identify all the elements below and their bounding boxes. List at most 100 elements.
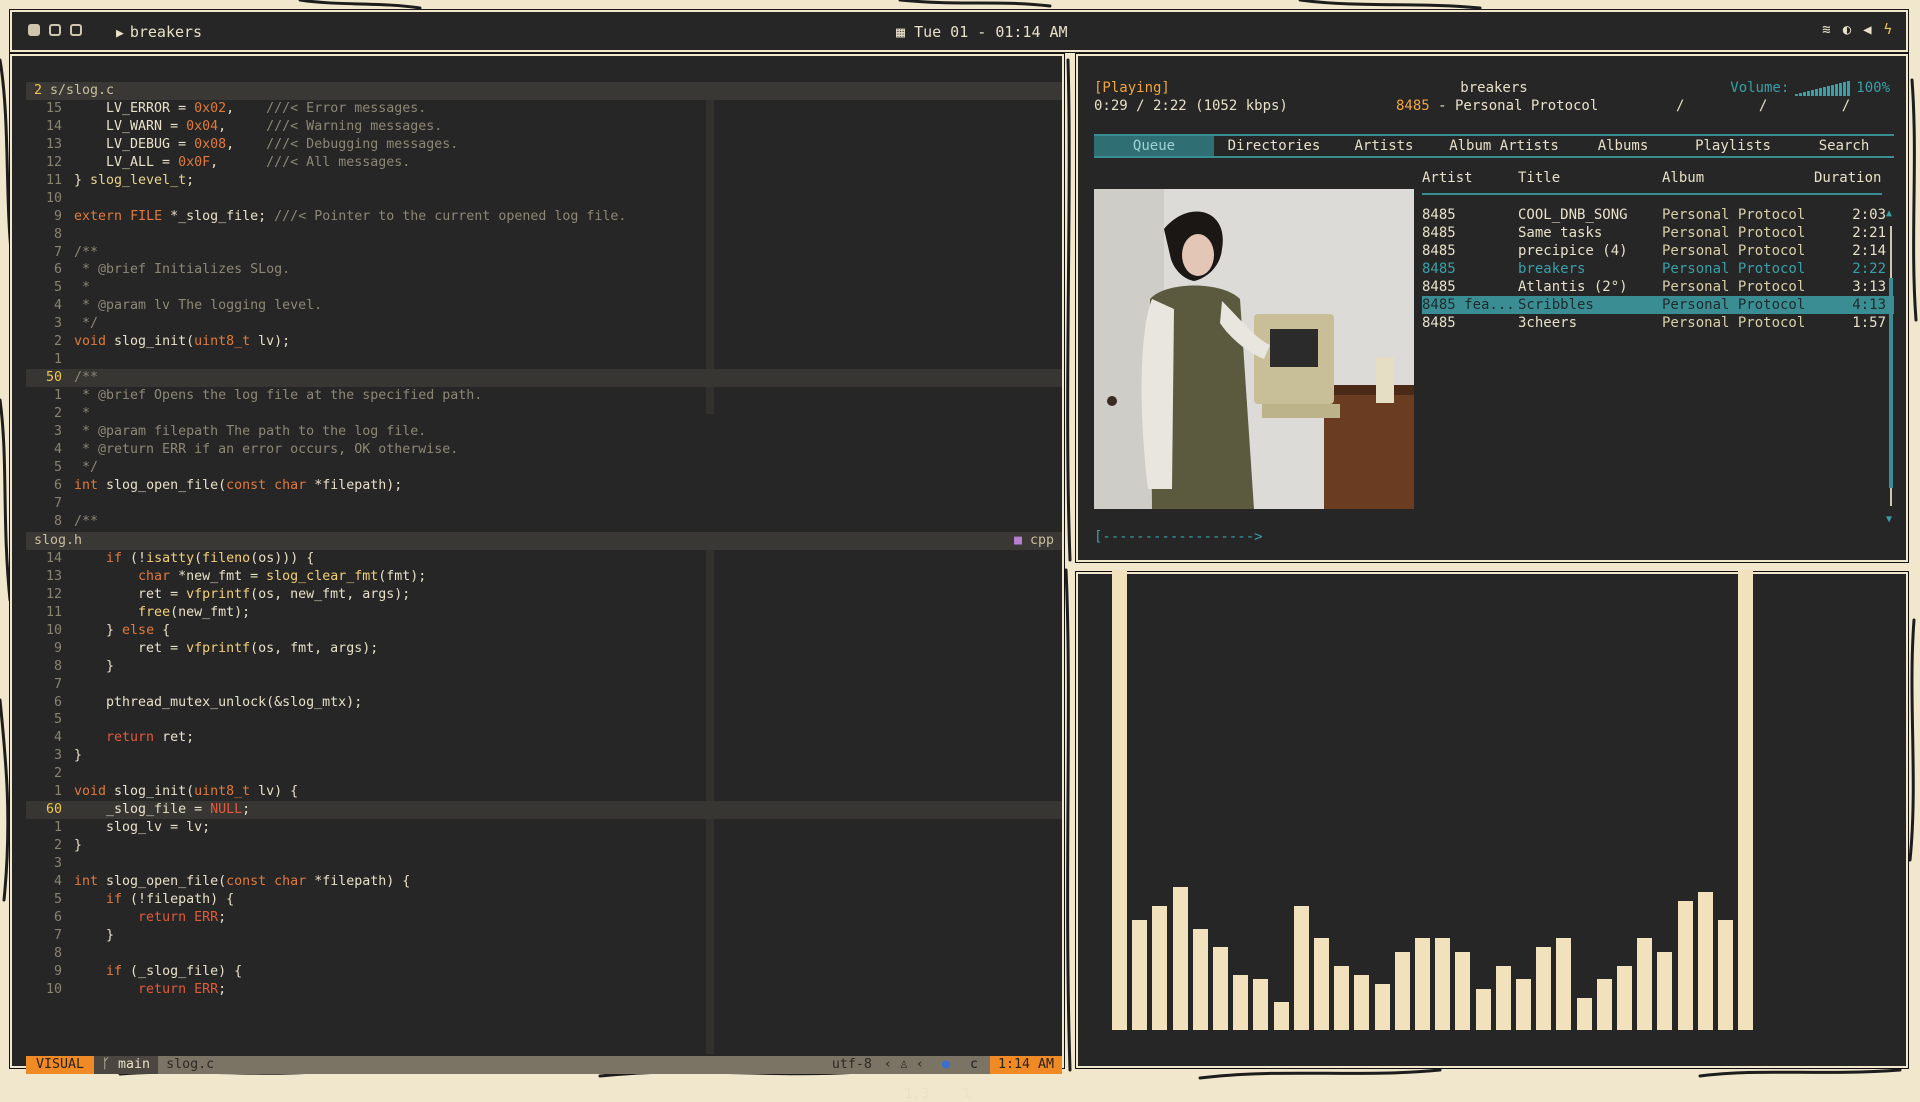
line-number: 8 [53,226,62,242]
scroll-thumb[interactable] [1889,278,1893,488]
code-line[interactable]: 4 return ret; [26,729,1062,747]
code-line[interactable]: 14 LV_WARN = 0x04, ///< Warning messages… [26,118,1062,136]
code-line[interactable]: 13 LV_DEBUG = 0x08, ///< Debugging messa… [26,136,1062,154]
tab-artists[interactable]: Artists [1334,136,1434,156]
active-window-title: ▶ breakers [116,23,203,41]
visualizer-bar [1475,989,1491,1030]
song-progress[interactable]: [------------------> [1094,529,1263,545]
code-line[interactable]: 4 * @return ERR if an error occurs, OK o… [26,441,1062,459]
line-text: return ERR; [138,981,227,997]
volume-icon[interactable]: ◀ [1863,22,1871,38]
line-text: LV_ALL = 0x0F, ///< All messages. [74,154,411,170]
code-line[interactable]: 4 * @param lv The logging level. [26,297,1062,315]
queue-row[interactable]: 8485 precipice (4) Personal Protocol 2:14 [1422,242,1894,260]
code-line[interactable]: 11} slog_level_t; [26,172,1062,190]
clock[interactable]: ▦ Tue 01 - 01:14 AM [896,23,1068,41]
code-line[interactable]: 2 [26,765,1062,783]
wifi-icon[interactable]: ≋ [1822,22,1830,38]
code-line[interactable]: 3} [26,747,1062,765]
line-text: LV_DEBUG = 0x08, ///< Debugging messages… [74,136,459,152]
now-playing-artist-album: 8485 - Personal Protocol [1396,98,1599,114]
code-line[interactable]: 9 if (_slog_file) { [26,963,1062,981]
code-line[interactable]: 2 * [26,405,1062,423]
code-line[interactable]: 12 LV_ALL = 0x0F, ///< All messages. [26,154,1062,172]
tab-playlists[interactable]: Playlists [1672,136,1794,156]
tab-queue[interactable]: Queue [1094,136,1214,156]
code-line[interactable]: 7 /** [26,244,1062,262]
code-line[interactable]: 4 int slog_open_file(const char *filepath… [26,873,1062,891]
battery-bolt-icon[interactable]: ϟ [1884,22,1892,38]
code-line[interactable]: 10 } else { [26,622,1062,640]
workspace-dot-1[interactable] [28,24,40,36]
line-number: 50 [45,370,62,386]
code-line[interactable]: 9 ret = vfprintf(os, fmt, args); [26,640,1062,658]
tab-album-artists[interactable]: Album Artists [1434,136,1574,156]
tab-directories[interactable]: Directories [1214,136,1334,156]
code-line[interactable]: 11 free(new_fmt); [26,604,1062,622]
tab-search[interactable]: Search [1794,136,1894,156]
queue-row[interactable]: 8485 breakers Personal Protocol 2:22 [1422,260,1894,278]
queue-row[interactable]: 8485 Same tasks Personal Protocol 2:21 [1422,224,1894,242]
code-line[interactable]: 8 /** [26,513,1062,531]
line-number: 4 [53,298,62,314]
code-line[interactable]: 5 if (!filepath) { [26,891,1062,909]
queue-artist: 8485 [1422,315,1456,331]
code-line[interactable]: 5 * [26,279,1062,297]
code-line[interactable]: 1 slog_lv = lv; [26,819,1062,837]
code-line[interactable]: 7 [26,495,1062,513]
scroll-up-icon[interactable]: ▲ [1886,208,1892,219]
top-code-buffer[interactable]: 15 LV_ERROR = 0x02, ///< Error messages.… [26,100,1062,531]
brightness-icon[interactable]: ◐ [1843,22,1851,38]
filetype-badge: ■ cpp [1013,533,1054,548]
line-text: } else { [74,622,171,638]
volume-control[interactable]: Volume: 100% [1730,80,1890,96]
music-player[interactable]: [Playing] 0:29 / 2:22 (1052 kbps) breake… [1075,53,1909,563]
code-line[interactable]: 3 */ [26,315,1062,333]
code-line[interactable]: 1 * @brief Opens the log file at the spe… [26,387,1062,405]
workspace-dot-2[interactable] [49,24,61,36]
code-line[interactable]: 6 * @brief Initializes SLog. [26,261,1062,279]
code-line[interactable]: 10 return ERR; [26,981,1062,999]
code-line[interactable]: 7 } [26,927,1062,945]
code-line[interactable]: 2} [26,837,1062,855]
volume-bars[interactable] [1795,81,1851,96]
code-line[interactable]: 8 } [26,658,1062,676]
code-line[interactable]: 7 [26,676,1062,694]
code-line[interactable]: 12 ret = vfprintf(os, new_fmt, args); [26,586,1062,604]
code-line[interactable]: 6 int slog_open_file(const char *filepath… [26,477,1062,495]
editor-window[interactable]: 2 s/slog.c 15 LV_ERROR = 0x02, ///< Erro… [9,53,1065,1102]
line-number: 14 [45,118,62,134]
code-line[interactable]: 5 */ [26,459,1062,477]
code-line[interactable]: 8 [26,226,1062,244]
workspace-dot-3[interactable] [70,24,82,36]
line-number: 13 [45,136,62,152]
queue-row[interactable]: 8485 COOL_DNB_SONG Personal Protocol 2:03 [1422,206,1894,224]
code-line[interactable]: 2 void slog_init(uint8_t lv); [26,333,1062,351]
visualizer-bar [1536,947,1552,1030]
code-line[interactable]: 10 [26,190,1062,208]
tab-albums[interactable]: Albums [1574,136,1672,156]
line-text: return ret; [106,730,195,746]
code-line[interactable]: 14 if (!isatty(fileno(os))) { [26,550,1062,568]
code-line[interactable]: 60 _slog_file = NULL; [26,801,1062,820]
code-line[interactable]: 8 [26,945,1062,963]
queue-row[interactable]: 8485 Atlantis (2°) Personal Protocol 3:13 [1422,278,1894,296]
code-line[interactable]: 3 [26,855,1062,873]
line-text: */ [74,459,99,475]
code-line[interactable]: 3 * @param filepath The path to the log … [26,423,1062,441]
queue-scrollbar[interactable]: ▲ ▼ [1886,208,1896,526]
line-number: 12 [45,154,62,170]
code-line[interactable]: 15 LV_ERROR = 0x02, ///< Error messages. [26,100,1062,118]
code-line[interactable]: 50 /** [26,369,1062,387]
code-line[interactable]: 6 pthread_mutex_unlock(&slog_mtx); [26,694,1062,712]
queue-row[interactable]: 8485 3cheers Personal Protocol 1:57 [1422,314,1894,332]
code-line[interactable]: 13 char *new_fmt = slog_clear_fmt(fmt); [26,568,1062,586]
code-line[interactable]: 1 [26,351,1062,369]
bottom-code-buffer[interactable]: 14 if (!isatty(fileno(os))) {13 char *ne… [26,550,1062,998]
code-line[interactable]: 9 extern FILE *_slog_file; ///< Pointer t… [26,208,1062,226]
scroll-down-icon[interactable]: ▼ [1886,514,1892,525]
code-line[interactable]: 5 [26,711,1062,729]
code-line[interactable]: 1 void slog_init(uint8_t lv) { [26,783,1062,801]
code-line[interactable]: 6 return ERR; [26,909,1062,927]
queue-row[interactable]: 8485 fea... Scribbles Personal Protocol 4:1… [1422,296,1894,314]
